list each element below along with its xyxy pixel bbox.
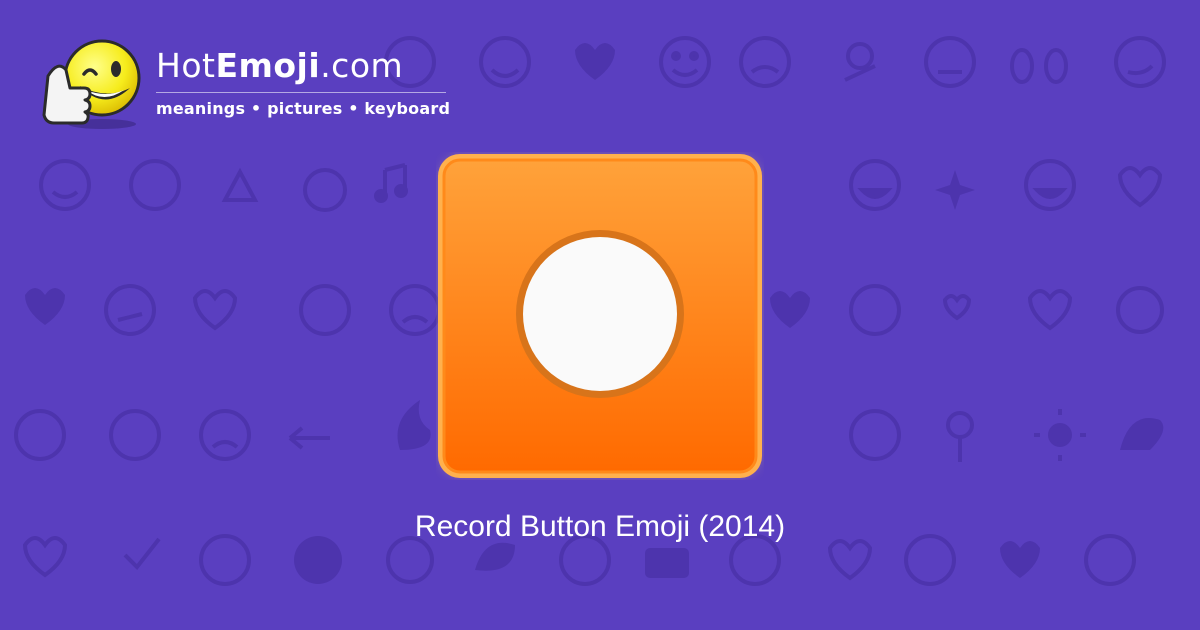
winking-thumbs-up-smiley-icon: [42, 39, 141, 129]
site-name-hot: Hot: [156, 46, 216, 85]
site-tagline: meanings • pictures • keyboard: [156, 99, 451, 118]
emoji-caption: Record Button Emoji (2014): [414, 510, 786, 543]
site-name: HotEmoji.com: [156, 46, 450, 86]
site-name-emoji: Emoji: [215, 46, 321, 85]
site-logo[interactable]: HotEmoji.com meanings • pictures • keybo…: [40, 36, 450, 132]
logo-divider: [156, 92, 446, 93]
site-name-suffix: .com: [320, 46, 404, 85]
record-button-icon: [438, 154, 762, 478]
